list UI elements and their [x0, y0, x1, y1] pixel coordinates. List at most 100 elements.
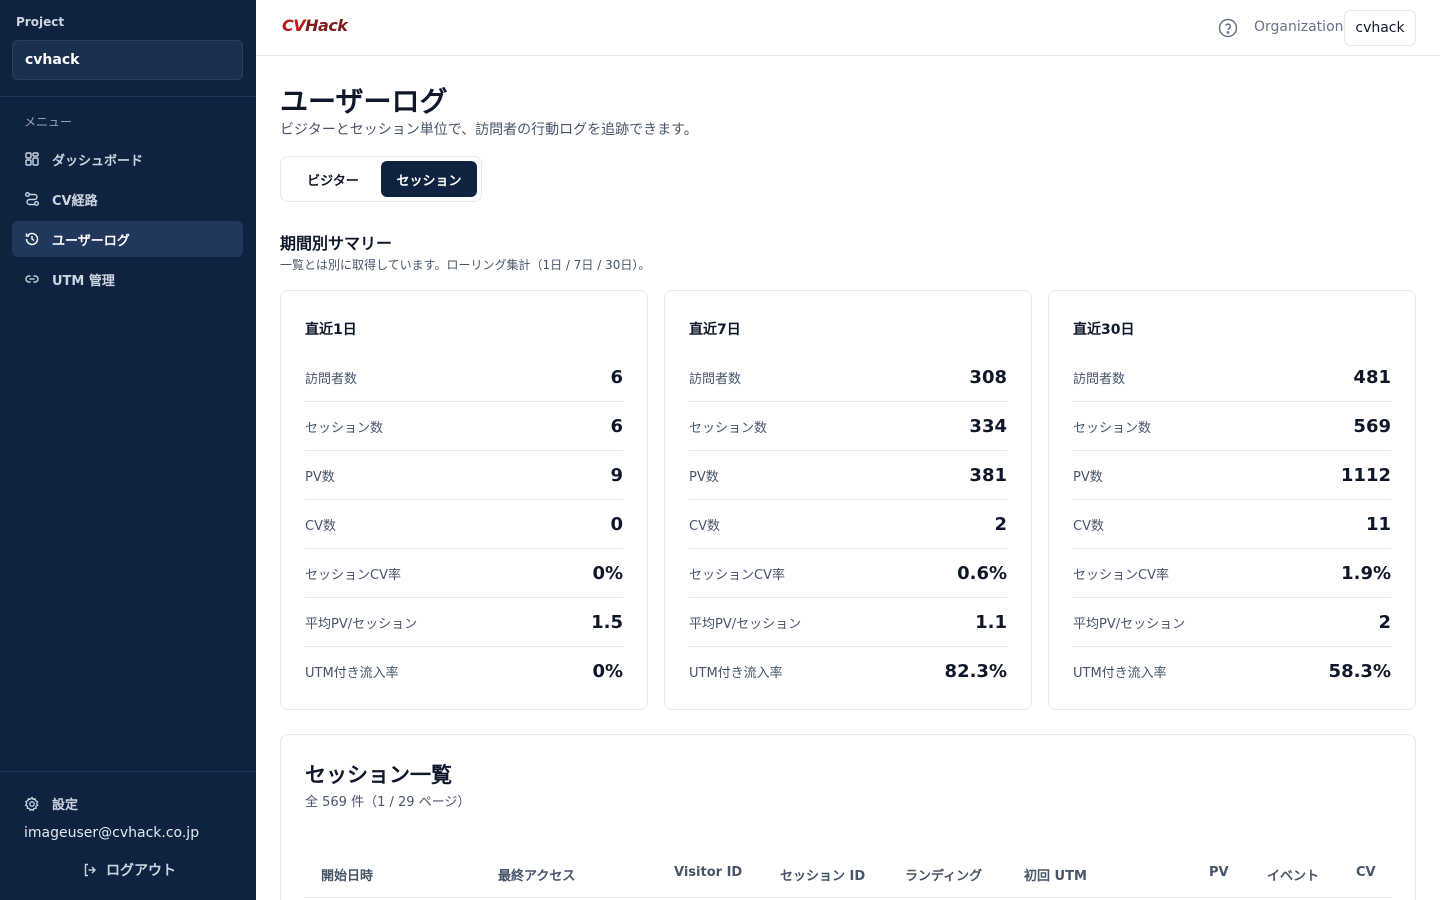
- metric-row: 平均PV/セッション 1.1: [689, 598, 1007, 647]
- metric-row: PV数 1112: [1073, 451, 1391, 500]
- logout-label: ログアウト: [106, 863, 176, 879]
- app-logo[interactable]: CVHack: [282, 16, 348, 35]
- metric-value: 569: [1353, 415, 1391, 437]
- metric-label: 訪問者数: [1073, 371, 1126, 387]
- metric-row: UTM付き流入率 0%: [305, 647, 623, 696]
- metric-value: 58.3%: [1328, 661, 1391, 682]
- metric-value: 0.6%: [957, 562, 1007, 584]
- sidebar-item-dashboard[interactable]: ダッシュボード: [12, 141, 243, 177]
- metric-value: 1.1: [975, 611, 1007, 633]
- column-header-visitor-id[interactable]: Visitor ID: [674, 865, 742, 880]
- metric-label: セッションCV率: [1073, 567, 1169, 583]
- metric-value: 334: [969, 415, 1007, 437]
- metric-row: CV数 2: [689, 500, 1007, 549]
- metric-row: 訪問者数 481: [1073, 353, 1391, 402]
- metric-label: PV数: [1073, 469, 1103, 485]
- summary-card-7d: 直近7日 訪問者数 308 セッション数 334 PV数 381 CV数 2 セッション…: [664, 290, 1032, 710]
- sidebar-item-user-log[interactable]: ユーザーログ: [12, 221, 243, 257]
- project-select[interactable]: cvhack: [12, 40, 243, 80]
- metric-row: UTM付き流入率 58.3%: [1073, 647, 1391, 696]
- page-subtitle: ビジターとセッション単位で、訪問者の行動ログを追跡できます。: [280, 122, 698, 138]
- metric-label: セッションCV率: [689, 567, 785, 583]
- logout-button[interactable]: ログアウト: [82, 860, 176, 880]
- metric-value: 481: [1353, 366, 1391, 388]
- metric-value: 308: [969, 366, 1007, 388]
- project-label: Project: [16, 15, 65, 29]
- user-email: imageuser@cvhack.co.jp: [24, 825, 200, 841]
- metric-label: CV数: [689, 518, 720, 534]
- metric-value: 2: [994, 513, 1007, 535]
- metric-label: UTM付き流入率: [1073, 666, 1167, 681]
- settings-label: 設定: [52, 798, 79, 813]
- sidebar-item-label: ダッシュボード: [52, 153, 144, 169]
- sidebar: Project cvhack メニュー ダッシュボード CV経路 ユーザーログ …: [0, 0, 256, 900]
- tab-visitor[interactable]: ビジター: [285, 161, 381, 197]
- metric-value: 1.9%: [1341, 562, 1391, 584]
- view-tabs: ビジター セッション: [280, 156, 482, 202]
- metric-label: PV数: [689, 469, 719, 485]
- metric-row: 平均PV/セッション 1.5: [305, 598, 623, 647]
- card-title: 直近7日: [689, 322, 741, 338]
- top-header: CVHack Organization cvhack: [256, 0, 1440, 56]
- metric-label: PV数: [305, 469, 335, 485]
- metric-row: セッション数 6: [305, 402, 623, 451]
- metric-label: UTM付き流入率: [305, 666, 399, 681]
- organization-select[interactable]: cvhack: [1344, 10, 1416, 46]
- column-header-first-utm[interactable]: 初回 UTM: [1024, 865, 1087, 884]
- column-header-pv[interactable]: PV: [1209, 865, 1229, 880]
- metric-row: 訪問者数 308: [689, 353, 1007, 402]
- gear-icon: [24, 795, 39, 811]
- column-header-landing[interactable]: ランディング: [905, 865, 982, 884]
- settings-link[interactable]: 設定: [24, 794, 78, 813]
- metric-value: 11: [1365, 513, 1391, 535]
- sidebar-item-utm[interactable]: UTM 管理: [12, 261, 243, 297]
- metric-label: セッションCV率: [305, 567, 401, 583]
- organization-label: Organization: [1254, 19, 1344, 35]
- metric-value: 82.3%: [944, 661, 1007, 682]
- metric-label: 平均PV/セッション: [1073, 616, 1186, 632]
- route-icon: [25, 192, 39, 206]
- metric-label: 平均PV/セッション: [305, 616, 418, 632]
- sidebar-item-cv-route[interactable]: CV経路: [12, 181, 243, 217]
- column-header-session-id[interactable]: セッション ID: [780, 865, 865, 884]
- session-list-card: セッション一覧 全 569 件（1 / 29 ページ） 開始日時 最終アクセス …: [280, 734, 1416, 900]
- card-title: 直近30日: [1073, 322, 1135, 338]
- summary-title: 期間別サマリー: [280, 234, 393, 253]
- logout-icon: [84, 863, 96, 877]
- metric-value: 6: [610, 366, 623, 388]
- grid-icon: [25, 152, 39, 166]
- metric-label: 平均PV/セッション: [689, 616, 802, 632]
- logo-hack: Hack: [305, 16, 348, 35]
- session-list-count: 全 569 件（1 / 29 ページ）: [305, 795, 471, 810]
- summary-subtitle: 一覧とは別に取得しています。ローリング集計（1日 / 7日 / 30日）。: [280, 258, 651, 272]
- metric-value: 1.5: [591, 611, 623, 633]
- metric-row: セッション数 569: [1073, 402, 1391, 451]
- metric-row: 訪問者数 6: [305, 353, 623, 402]
- help-icon[interactable]: [1218, 18, 1238, 38]
- metric-value: 0%: [592, 562, 623, 584]
- metric-row: CV数 11: [1073, 500, 1391, 549]
- metric-value: 6: [610, 415, 623, 437]
- metric-label: CV数: [305, 518, 336, 534]
- menu-label: メニュー: [24, 115, 73, 129]
- metric-label: 訪問者数: [689, 371, 742, 387]
- sidebar-divider: [0, 771, 256, 772]
- metric-value: 2: [1378, 611, 1391, 633]
- table-header-divider: [305, 897, 1391, 898]
- metric-label: セッション数: [689, 420, 768, 436]
- link-icon: [25, 275, 39, 283]
- summary-card-1d: 直近1日 訪問者数 6 セッション数 6 PV数 9 CV数 0 セッションCV率 0% …: [280, 290, 648, 710]
- column-header-start[interactable]: 開始日時: [321, 865, 373, 884]
- metric-row: セッションCV率 1.9%: [1073, 549, 1391, 598]
- metric-row: セッション数 334: [689, 402, 1007, 451]
- card-title: 直近1日: [305, 322, 357, 338]
- metric-row: PV数 9: [305, 451, 623, 500]
- metric-label: セッション数: [1073, 420, 1152, 436]
- tab-session[interactable]: セッション: [381, 161, 477, 197]
- sidebar-item-label: ユーザーログ: [52, 233, 130, 249]
- logo-cv: CV: [282, 16, 306, 35]
- column-header-event[interactable]: イベント: [1267, 865, 1319, 884]
- column-header-cv[interactable]: CV: [1356, 865, 1376, 880]
- column-header-last-access[interactable]: 最終アクセス: [498, 865, 575, 884]
- sidebar-divider: [0, 96, 256, 97]
